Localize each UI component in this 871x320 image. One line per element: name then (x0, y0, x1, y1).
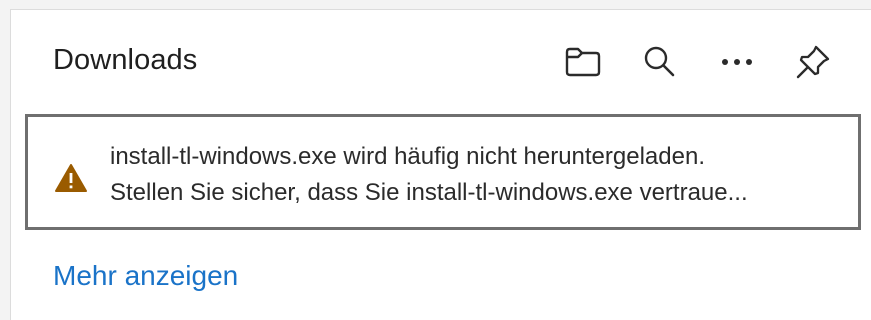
more-options-button[interactable] (715, 40, 759, 84)
show-more-link[interactable]: Mehr anzeigen (53, 260, 238, 292)
more-horizontal-icon (722, 59, 752, 65)
downloads-header: Downloads (11, 10, 871, 110)
background-top (0, 0, 871, 8)
background-left (0, 0, 10, 320)
folder-icon (565, 47, 601, 77)
downloads-panel: Downloads install-tl-windows.exe wird hä… (10, 9, 871, 320)
pin-panel-button[interactable] (791, 40, 835, 84)
search-downloads-button[interactable] (637, 40, 681, 84)
panel-title: Downloads (53, 44, 198, 76)
warning-icon (55, 164, 87, 192)
open-folder-button[interactable] (561, 40, 605, 84)
download-warning-item[interactable]: install-tl-windows.exe wird häufig nicht… (25, 114, 861, 230)
warning-message-line2: Stellen Sie sicher, dass Sie install-tl-… (110, 179, 748, 206)
pin-icon (796, 45, 830, 79)
search-icon (644, 46, 675, 77)
warning-message-line1: install-tl-windows.exe wird häufig nicht… (110, 143, 705, 170)
